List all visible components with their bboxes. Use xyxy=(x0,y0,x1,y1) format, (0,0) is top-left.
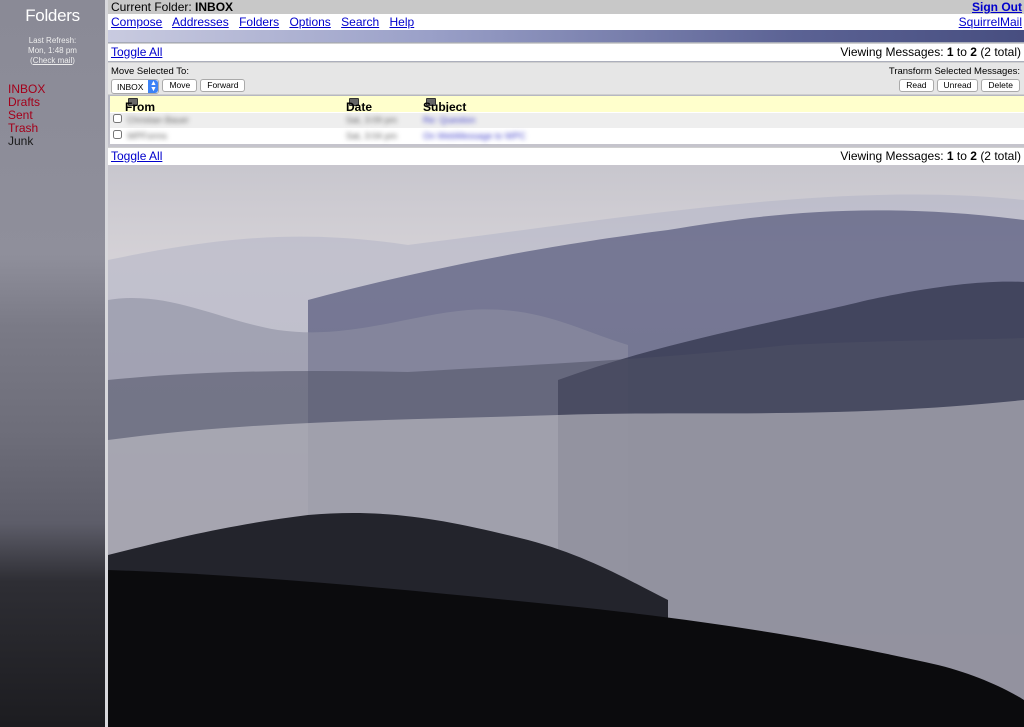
viewing-from: 1 xyxy=(946,45,954,59)
current-folder: Current Folder: INBOX xyxy=(111,0,233,14)
viewing-total: (2 total) xyxy=(980,45,1021,59)
last-refresh-label: Last Refresh: xyxy=(28,36,77,45)
actions-toolbar: Move Selected To: Transform Selected Mes… xyxy=(108,62,1024,95)
viewing-prefix: Viewing Messages: xyxy=(840,45,944,59)
viewing-to: 2 xyxy=(970,45,977,59)
message-list-bottom-bar: Toggle All Viewing Messages: 1 to 2 (2 t… xyxy=(108,147,1024,165)
column-subject[interactable]: Subject xyxy=(423,98,466,114)
column-date[interactable]: Date xyxy=(346,98,372,114)
row-date: Sat, 3:09 pm xyxy=(346,115,398,125)
nav-addresses[interactable]: Addresses xyxy=(172,15,229,29)
toggle-all-link[interactable]: Toggle All xyxy=(111,149,162,163)
transform-controls: Read Unread Delete xyxy=(899,79,1020,92)
row-from: WPForms xyxy=(127,131,167,141)
nav-search[interactable]: Search xyxy=(341,15,379,29)
folder-select-value: INBOX xyxy=(117,81,144,92)
sidebar-title: Folders xyxy=(25,6,80,25)
viewing-messages: Viewing Messages: 1 to 2 (2 total) xyxy=(840,45,1021,59)
delete-button[interactable]: Delete xyxy=(981,79,1020,92)
move-button[interactable]: Move xyxy=(162,79,198,92)
row-subject-link[interactable]: On WebMessage to WPC xyxy=(423,131,526,141)
column-from[interactable]: From xyxy=(125,98,155,114)
viewing-to: 2 xyxy=(970,149,977,163)
move-selected-label: Move Selected To: xyxy=(111,66,189,77)
message-list-top-bar: Toggle All Viewing Messages: 1 to 2 (2 t… xyxy=(108,43,1024,61)
sign-out-link[interactable]: Sign Out xyxy=(972,0,1022,14)
folder-junk[interactable]: Junk xyxy=(8,135,105,148)
folder-list: INBOX Drafts Sent Trash Junk xyxy=(0,83,105,148)
row-date: Sat, 3:04 pm xyxy=(346,131,398,141)
forward-button[interactable]: Forward xyxy=(200,79,246,92)
select-arrows-icon: ▲ ▼ xyxy=(148,79,159,93)
viewing-to-word: to xyxy=(956,45,967,59)
table-header: From Date Subject xyxy=(110,96,1024,114)
viewing-to-word: to xyxy=(956,149,967,163)
row-from: Christian Bauer xyxy=(127,115,190,125)
check-mail-link[interactable]: Check mail xyxy=(33,56,73,65)
folder-select[interactable]: INBOX ▲ ▼ xyxy=(111,79,160,94)
current-folder-label: Current Folder: xyxy=(111,0,192,14)
table-row[interactable]: Christian Bauer Sat, 3:09 pm Re: Questio… xyxy=(110,112,1024,128)
read-button[interactable]: Read xyxy=(899,79,934,92)
current-folder-bar: Current Folder: INBOX Sign Out xyxy=(108,0,1024,14)
nav-compose[interactable]: Compose xyxy=(111,15,162,29)
last-refresh-time: Mon, 1:48 pm xyxy=(28,46,77,55)
row-checkbox[interactable] xyxy=(113,114,122,123)
nav-help[interactable]: Help xyxy=(390,15,415,29)
nav-folders[interactable]: Folders xyxy=(239,15,279,29)
transform-selected-label: Transform Selected Messages: xyxy=(888,66,1020,77)
viewing-prefix: Viewing Messages: xyxy=(840,149,944,163)
move-controls: INBOX ▲ ▼ Move Forward xyxy=(111,79,246,94)
current-folder-name: INBOX xyxy=(195,0,234,14)
table-row[interactable]: WPForms Sat, 3:04 pm On WebMessage to WP… xyxy=(110,128,1024,144)
nav-bar: Compose Addresses Folders Options Search… xyxy=(108,14,1024,30)
accent-bar xyxy=(108,30,1024,42)
toggle-all-link[interactable]: Toggle All xyxy=(111,45,162,59)
unread-button[interactable]: Unread xyxy=(936,79,979,92)
viewing-messages: Viewing Messages: 1 to 2 (2 total) xyxy=(840,149,1021,163)
check-mail-wrapper: (Check mail) xyxy=(30,56,75,65)
nav-options[interactable]: Options xyxy=(289,15,330,29)
folder-sidebar: Folders Last Refresh: Mon, 1:48 pm (Chec… xyxy=(0,0,108,727)
message-table: From Date Subject Christian Bauer Sat, 3… xyxy=(110,96,1024,144)
viewing-total: (2 total) xyxy=(980,149,1021,163)
main-nav: Compose Addresses Folders Options Search… xyxy=(111,15,421,29)
row-checkbox[interactable] xyxy=(113,130,122,139)
last-refresh: Last Refresh: Mon, 1:48 pm (Check mail) xyxy=(0,36,105,66)
squirrelmail-link[interactable]: SquirrelMail xyxy=(959,15,1022,29)
viewing-from: 1 xyxy=(946,149,954,163)
row-subject-link[interactable]: Re: Question xyxy=(423,115,476,125)
